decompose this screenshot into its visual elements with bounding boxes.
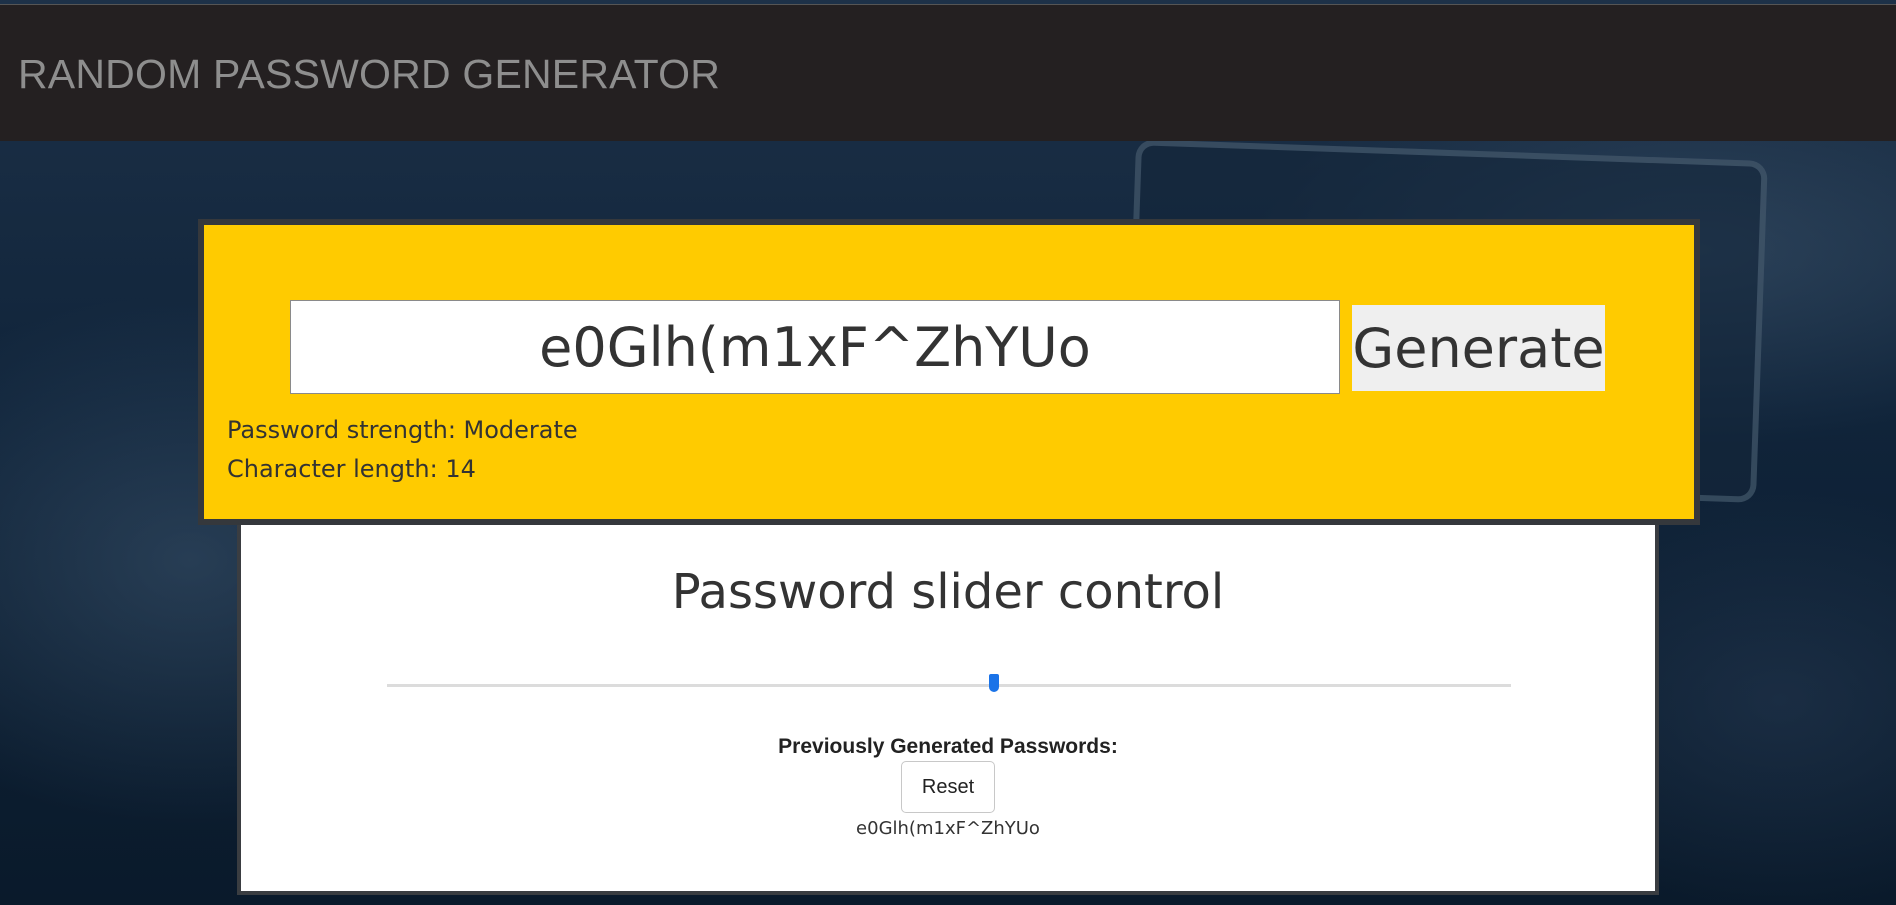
character-length-text: Character length: 14 [227, 455, 476, 483]
password-output-field[interactable] [290, 300, 1340, 394]
app-title: RANDOM PASSWORD GENERATOR [18, 51, 721, 97]
generate-button[interactable]: Generate [1352, 305, 1605, 391]
password-strength-text: Password strength: Moderate [227, 416, 578, 444]
password-length-slider[interactable] [387, 684, 1511, 687]
header-bar: RANDOM PASSWORD GENERATOR [0, 4, 1896, 141]
history-label: Previously Generated Passwords: [778, 735, 1118, 758]
slider-thumb[interactable] [988, 674, 999, 692]
reset-button[interactable]: Reset [901, 761, 995, 813]
history-item: e0Glh(m1xF^ZhYUo [856, 818, 1040, 839]
slider-heading: Password slider control [671, 564, 1225, 620]
app-window: RANDOM PASSWORD GENERATOR Generate Passw… [0, 0, 1896, 905]
